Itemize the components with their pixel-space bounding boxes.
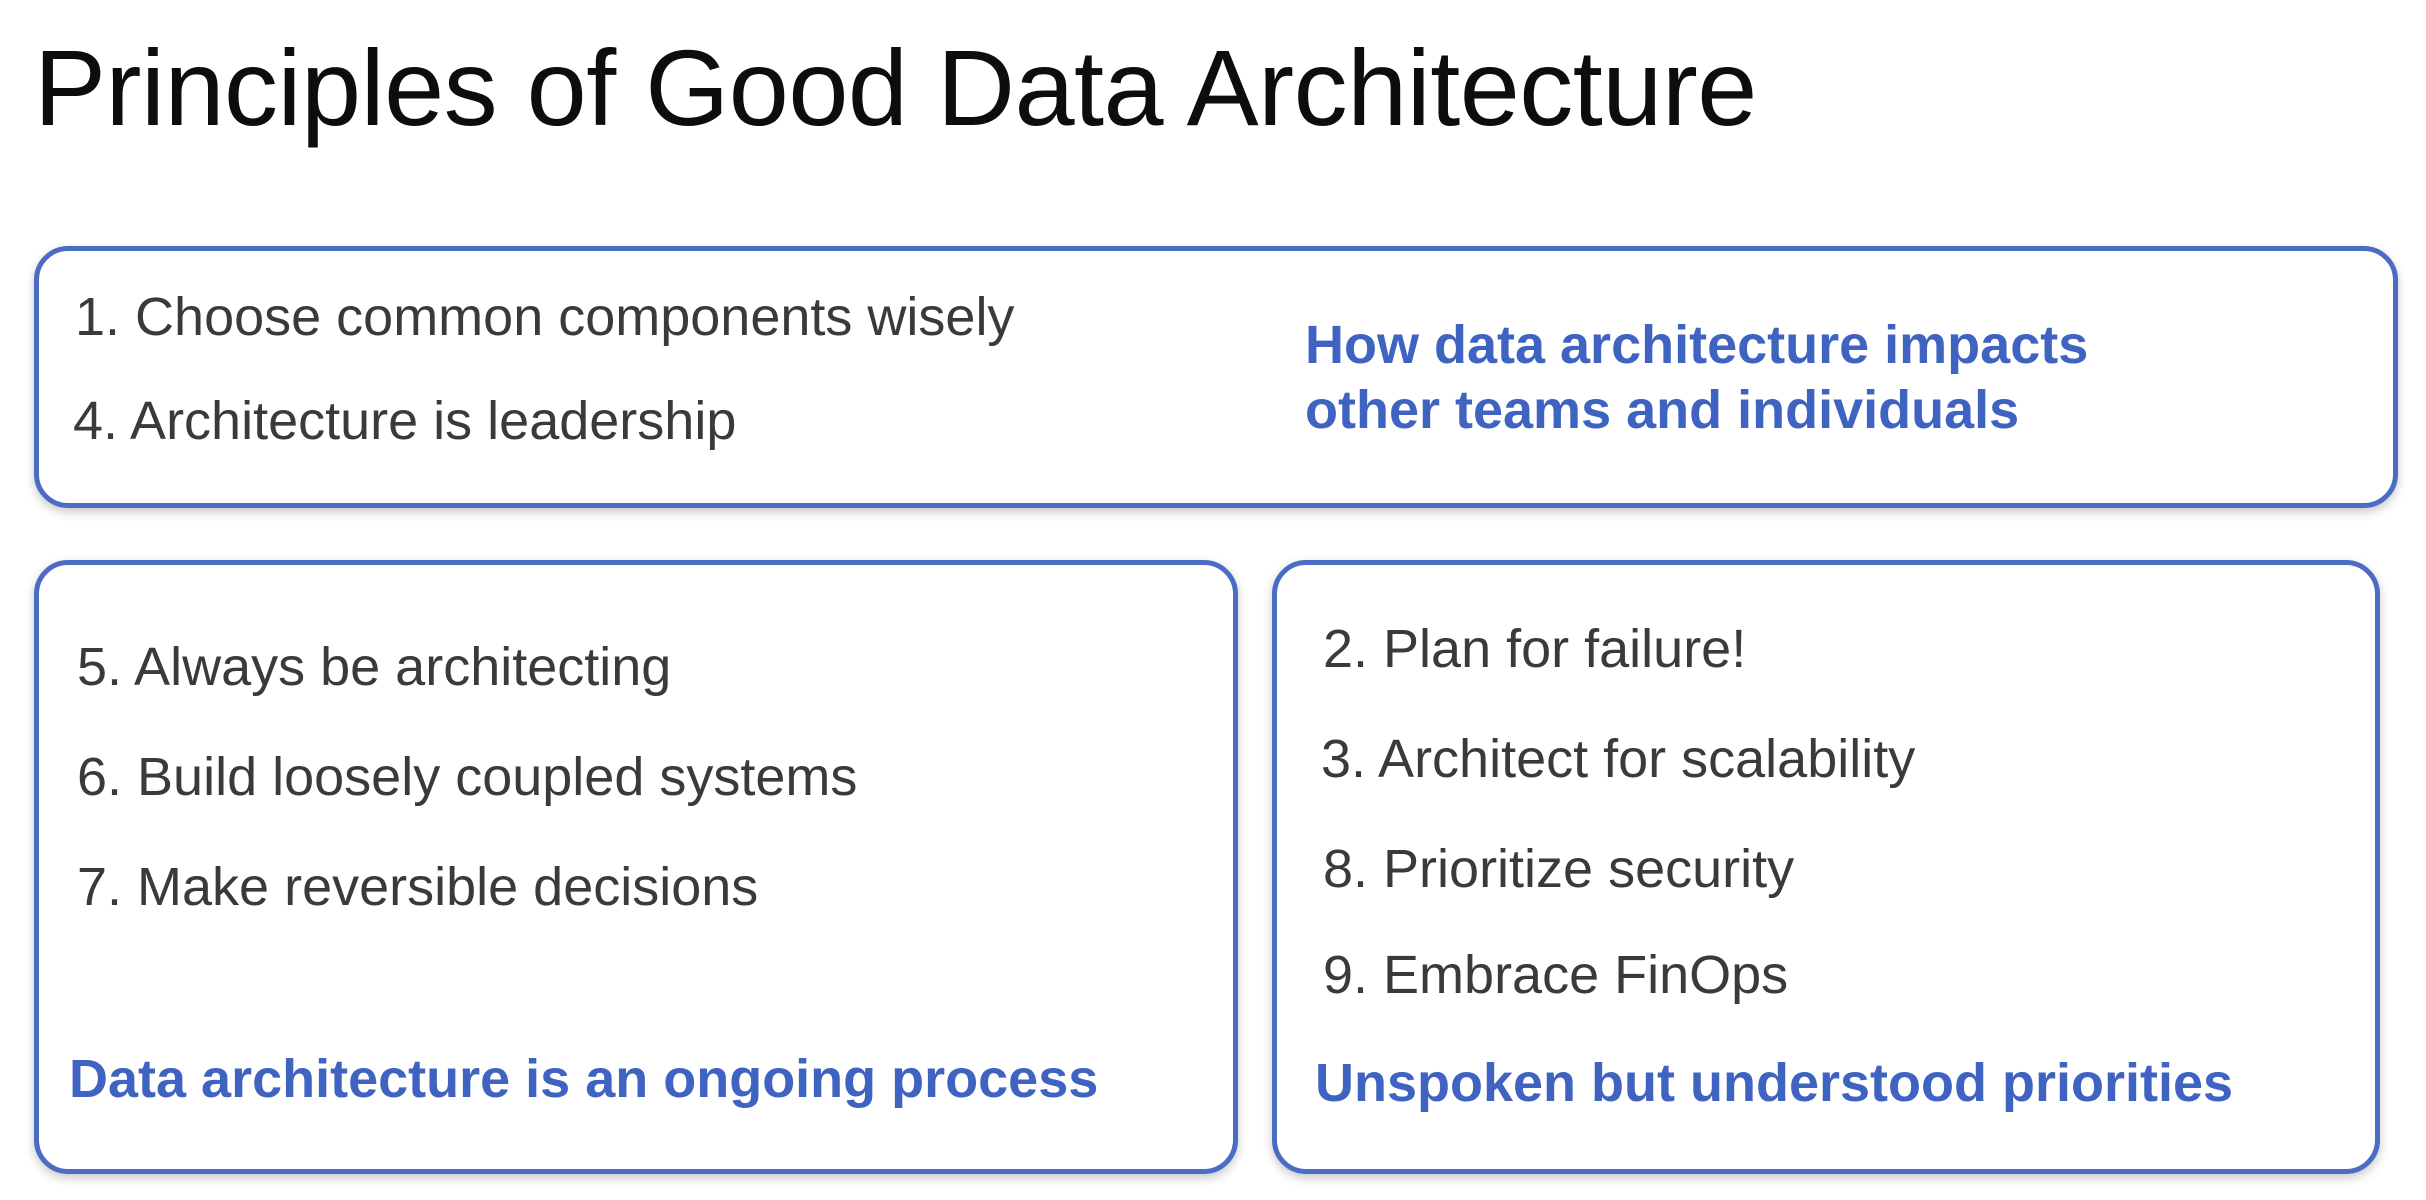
box-caption-ongoing-process: Data architecture is an ongoing process bbox=[69, 1049, 1099, 1109]
principle-8: 8. Prioritize security bbox=[1323, 839, 1795, 899]
principle-3: 3. Architect for scalability bbox=[1321, 729, 1916, 789]
box-caption-impact: How data architecture impacts other team… bbox=[1305, 315, 2089, 440]
principle-5: 5. Always be architecting bbox=[77, 637, 672, 697]
principle-9: 9. Embrace FinOps bbox=[1323, 945, 1789, 1005]
principle-4: 4. Architecture is leadership bbox=[73, 391, 737, 451]
principle-1: 1. Choose common components wisely bbox=[75, 287, 1015, 347]
principle-7: 7. Make reversible decisions bbox=[77, 857, 759, 917]
ongoing-process-box: 5. Always be architecting 6. Build loose… bbox=[34, 560, 1238, 1174]
common-components-box: 1. Choose common components wisely 4. Ar… bbox=[34, 246, 2398, 508]
unspoken-priorities-box: 2. Plan for failure! 3. Architect for sc… bbox=[1272, 560, 2380, 1174]
box-caption-unspoken-priorities: Unspoken but understood priorities bbox=[1315, 1053, 2234, 1113]
slide-title: Principles of Good Data Architecture bbox=[34, 27, 1757, 148]
principle-2: 2. Plan for failure! bbox=[1323, 619, 1747, 679]
principle-6: 6. Build loosely coupled systems bbox=[77, 747, 858, 807]
